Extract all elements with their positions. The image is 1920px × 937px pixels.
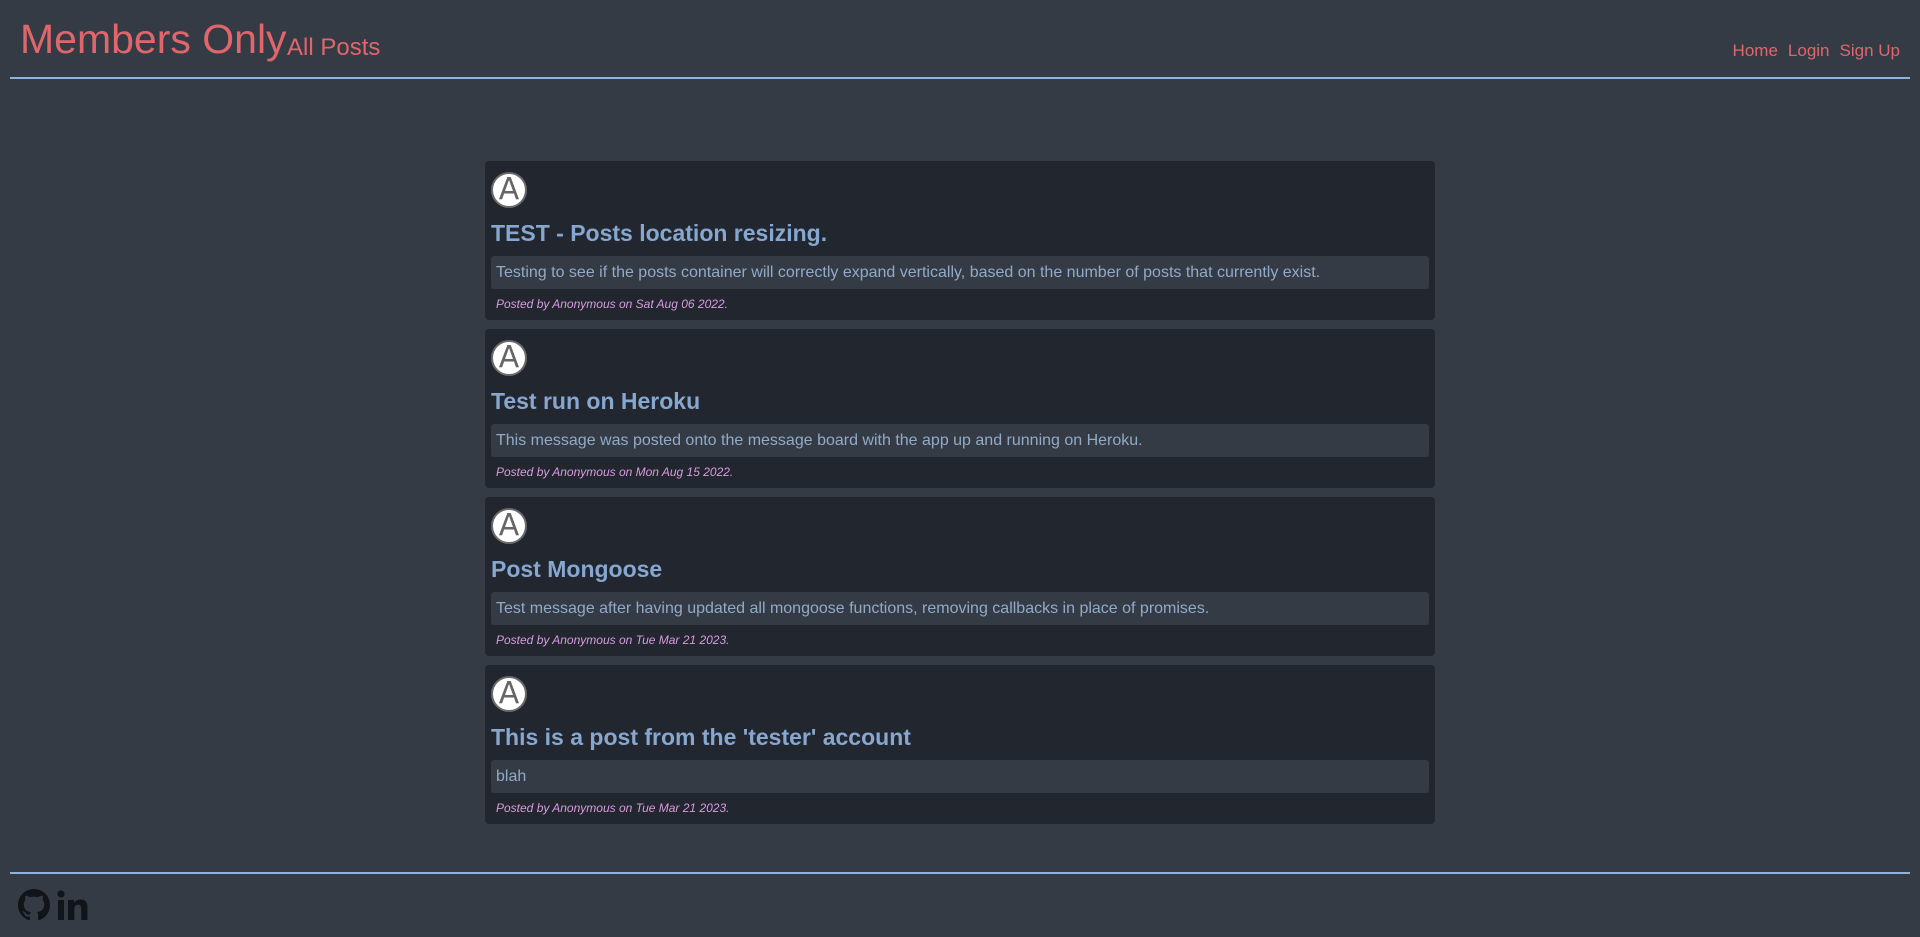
post-message: Test message after having updated all mo… bbox=[491, 592, 1429, 625]
github-icon[interactable] bbox=[18, 889, 50, 926]
avatar: A bbox=[491, 508, 527, 544]
post-meta: Posted by Anonymous on Tue Mar 21 2023. bbox=[496, 801, 730, 815]
post-card: A Test run on Heroku This message was po… bbox=[485, 329, 1435, 488]
posts-list: A TEST - Posts location resizing. Testin… bbox=[485, 161, 1435, 833]
social-links bbox=[18, 889, 92, 926]
nav-signup-link[interactable]: Sign Up bbox=[1840, 41, 1900, 61]
post-message: Testing to see if the posts container wi… bbox=[491, 256, 1429, 289]
post-meta: Posted by Anonymous on Mon Aug 15 2022. bbox=[496, 465, 734, 479]
site-header: Members Only All Posts Home Login Sign U… bbox=[10, 0, 1910, 79]
linkedin-icon[interactable] bbox=[56, 889, 92, 926]
post-title: This is a post from the 'tester' account bbox=[491, 724, 911, 750]
post-meta: Posted by Anonymous on Sat Aug 06 2022. bbox=[496, 297, 728, 311]
avatar: A bbox=[491, 676, 527, 712]
avatar: A bbox=[491, 340, 527, 376]
post-title: Post Mongoose bbox=[491, 556, 663, 582]
footer-divider bbox=[10, 872, 1910, 874]
post-card: A Post Mongoose Test message after havin… bbox=[485, 497, 1435, 656]
page-title: All Posts bbox=[287, 34, 381, 61]
post-message: This message was posted onto the message… bbox=[491, 424, 1429, 457]
post-title: TEST - Posts location resizing. bbox=[491, 220, 828, 246]
post-card: A This is a post from the 'tester' accou… bbox=[485, 665, 1435, 824]
main-nav: Home Login Sign Up bbox=[1733, 41, 1900, 61]
site-brand[interactable]: Members Only bbox=[20, 16, 287, 62]
post-title: Test run on Heroku bbox=[491, 388, 701, 414]
post-message: blah bbox=[491, 760, 1429, 793]
post-meta: Posted by Anonymous on Tue Mar 21 2023. bbox=[496, 633, 730, 647]
post-card: A TEST - Posts location resizing. Testin… bbox=[485, 161, 1435, 320]
nav-home-link[interactable]: Home bbox=[1733, 41, 1778, 61]
avatar: A bbox=[491, 172, 527, 208]
nav-login-link[interactable]: Login bbox=[1788, 41, 1830, 61]
